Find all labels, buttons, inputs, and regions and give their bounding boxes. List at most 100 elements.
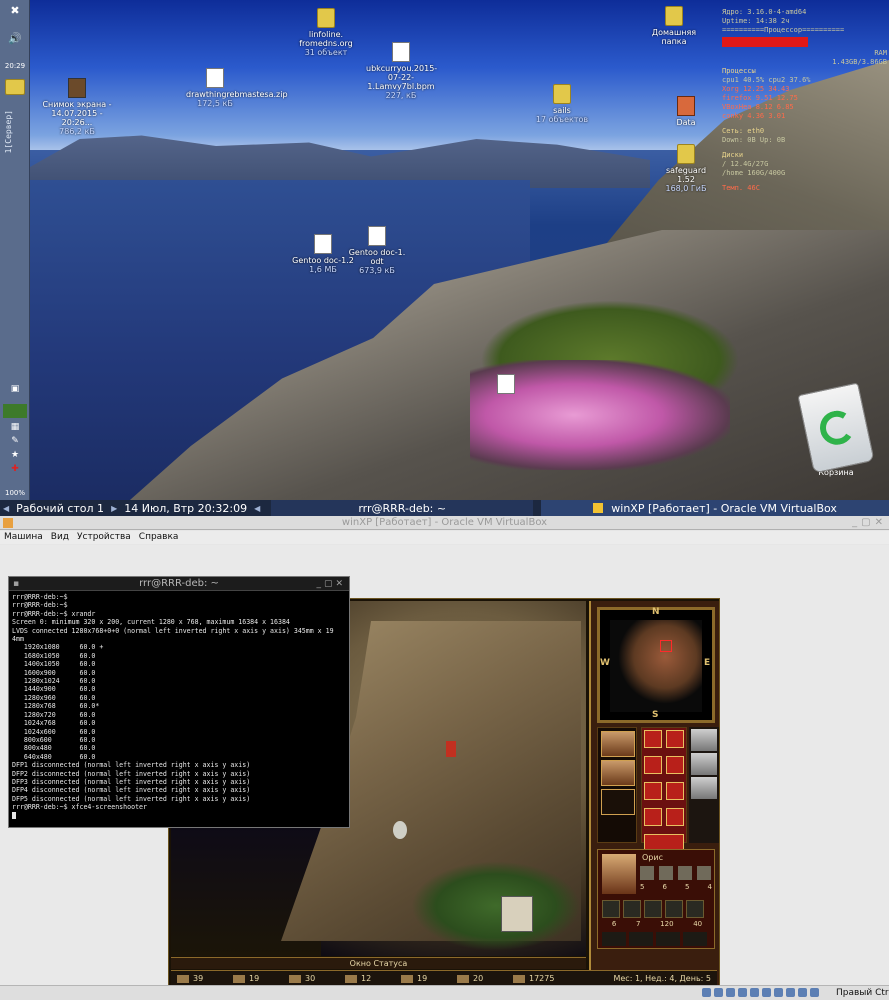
resource-gems: 20 [451, 974, 507, 983]
town-slot-3[interactable] [691, 777, 717, 799]
workspace-prev-icon[interactable]: ◀ [0, 504, 12, 513]
audio-icon[interactable] [726, 988, 735, 997]
hero-slot-empty[interactable] [601, 789, 635, 815]
hero-portrait-2[interactable] [601, 760, 635, 786]
conky-cpu-bar [722, 37, 808, 47]
kingdom-button[interactable] [644, 730, 662, 748]
hero-info-panel[interactable]: Орис 5 6 5 4 6 7 120 40 [597, 849, 715, 949]
panel-vertical-label: 1[Сервер] [4, 110, 13, 154]
window-controls[interactable]: _▢✕ [852, 516, 887, 530]
resource-mercury: 19 [227, 974, 283, 983]
terminal-line: rrr@RRR-deb:~$ [12, 601, 68, 610]
terminal-line: LVDS connected 1280x768+0+0 (normal left… [12, 626, 334, 635]
resource-value: 39 [193, 974, 204, 983]
resource-value: 17275 [529, 974, 555, 983]
optical-drive-icon[interactable] [714, 988, 723, 997]
army-count-3: 120 [660, 920, 674, 928]
terminal-titlebar[interactable]: ▪ rrr@RRR-deb: ~ _▢✕ [9, 577, 349, 591]
conky-disk-root: / 12.4G/27G [722, 160, 769, 168]
map-castle[interactable] [501, 896, 533, 932]
menu-machine[interactable]: Машина [0, 531, 47, 544]
icon-label: Домашняя папка [651, 28, 697, 46]
map-forest [411, 861, 581, 951]
taskbar-item-virtualbox[interactable]: winXP [Работает] - Oracle VM VirtualBox [541, 500, 889, 516]
document-icon [392, 42, 410, 62]
folder-icon [553, 84, 571, 104]
system-options-button[interactable] [666, 808, 684, 826]
hero-skills [640, 866, 711, 880]
army-slot-3[interactable] [644, 900, 662, 918]
terminal-line: Screen 0: minimum 320 x 200, current 128… [12, 618, 290, 627]
desktop-icon-gentoo-doc-1[interactable]: Gentoo doc-1.2 1,6 МБ [292, 234, 354, 274]
menu-devices[interactable]: Устройства [73, 531, 135, 544]
desktop-icon-folder-linfoline[interactable]: linfoline. fromedns.org 31 объект [296, 8, 356, 57]
menu-logo-icon[interactable]: ✖ [3, 4, 27, 26]
conky-disk-home: /home 160G/400G [722, 169, 786, 177]
cast-spell-button[interactable] [666, 782, 684, 800]
status-window[interactable]: Окно Статуса [171, 957, 586, 969]
usb-icon[interactable] [750, 988, 759, 997]
army-slot-5[interactable] [686, 900, 704, 918]
map-hero[interactable] [446, 741, 456, 757]
taskbar-clock[interactable]: 14 Июл, Втр 20:32:09 [120, 500, 251, 516]
keyboard-capture-icon[interactable] [810, 988, 819, 997]
desktop-icon-safeguard-drive[interactable]: safeguard 1.52 168,0 ГиБ [656, 144, 716, 193]
workspace-next-icon[interactable]: ▶ [108, 504, 120, 513]
artifact-slot-2[interactable] [629, 932, 653, 946]
terminal-window-controls[interactable]: _▢✕ [316, 577, 346, 591]
game-date: Мес: 1, Нед.: 4, День: 5 [613, 974, 711, 983]
desktop-icon-trash[interactable]: Корзина [796, 382, 876, 484]
conky-uptime: Uptime: 14:38 2ч [722, 17, 790, 25]
network-adapter-icon[interactable] [738, 988, 747, 997]
shared-folders-icon[interactable] [762, 988, 771, 997]
desktop-icon-bpm[interactable]: ubkcurryou.2015-07-22-1.Lamvy7bl.bpm 227… [366, 42, 437, 100]
video-capture-icon[interactable] [786, 988, 795, 997]
taskbar-item-terminal[interactable]: rrr@RRR-deb: ~ [271, 500, 534, 516]
display-icon[interactable] [774, 988, 783, 997]
guest-screen[interactable]: N S W E Орис 5 6 5 4 6 7 120 40 Окно Ста… [0, 545, 889, 987]
town-slot-2[interactable] [691, 753, 717, 775]
icon-size: 168,0 ГиБ [665, 184, 707, 193]
conky-temp: Темп. 46C [722, 184, 760, 192]
town-slot-1[interactable] [691, 729, 717, 751]
desktop-icon-folder-sails[interactable]: sails 17 объектов [530, 84, 594, 124]
desktop-icon-data-drive[interactable]: Data [664, 96, 708, 127]
harddisk-icon[interactable] [702, 988, 711, 997]
virtualbox-statusbar: Правый Ctrl [0, 985, 889, 1000]
move-hero-button[interactable] [644, 782, 662, 800]
army-slot-1[interactable] [602, 900, 620, 918]
map-lamp-object[interactable] [393, 821, 407, 839]
mouse-integration-icon[interactable] [798, 988, 807, 997]
menu-view[interactable]: Вид [47, 531, 73, 544]
artifact-slot-3[interactable] [656, 932, 680, 946]
workspace-indicator[interactable] [3, 404, 27, 418]
desktop-icon-document[interactable] [486, 374, 526, 396]
terminal-line: DFP4 disconnected (normal left inverted … [12, 786, 251, 795]
terminal-window[interactable]: ▪ rrr@RRR-deb: ~ _▢✕ rrr@RRR-deb:~$ rrr@… [8, 576, 350, 828]
menu-help[interactable]: Справка [135, 531, 183, 544]
quest-log-button[interactable] [644, 756, 662, 774]
keyboard-layout-flag-icon[interactable]: ✚ [3, 464, 27, 486]
terminal-menu-icon[interactable]: ▪ [13, 577, 19, 591]
artifact-slot-1[interactable] [602, 932, 626, 946]
workspace-switcher[interactable]: Рабочий стол 1 [12, 500, 108, 516]
folder-icon [317, 8, 335, 28]
army-slot-2[interactable] [623, 900, 641, 918]
volume-icon[interactable]: 🔊 [3, 32, 27, 54]
desktop-icon-zip[interactable]: drawthingrebmastesa.zip 172,5 кБ [186, 68, 288, 108]
underground-button[interactable] [666, 730, 684, 748]
desktop-icon-home-folder[interactable]: Домашняя папка [646, 6, 702, 46]
terminal-output[interactable]: rrr@RRR-deb:~$ rrr@RRR-deb:~$ rrr@RRR-de… [9, 591, 349, 822]
folder-launcher-icon[interactable] [3, 76, 27, 98]
hero-portrait-1[interactable] [601, 731, 635, 757]
desktop-icon-gentoo-doc-2[interactable]: Gentoo doc-1. odt 673,9 кБ [346, 226, 408, 275]
tasklist-prev-icon[interactable]: ◀ [251, 504, 263, 513]
desktop-icon-screenshot[interactable]: Снимок экрана - 14.07.2015 - 20:26... 78… [42, 78, 112, 136]
screenshot-icon[interactable]: ▣ [3, 384, 27, 406]
virtualbox-titlebar[interactable]: winXP [Работает] - Oracle VM VirtualBox … [0, 516, 889, 530]
adventure-options-button[interactable] [644, 808, 662, 826]
sleep-button[interactable] [666, 756, 684, 774]
army-slot-4[interactable] [665, 900, 683, 918]
minimap[interactable] [610, 620, 702, 712]
artifact-slot-4[interactable] [683, 932, 707, 946]
